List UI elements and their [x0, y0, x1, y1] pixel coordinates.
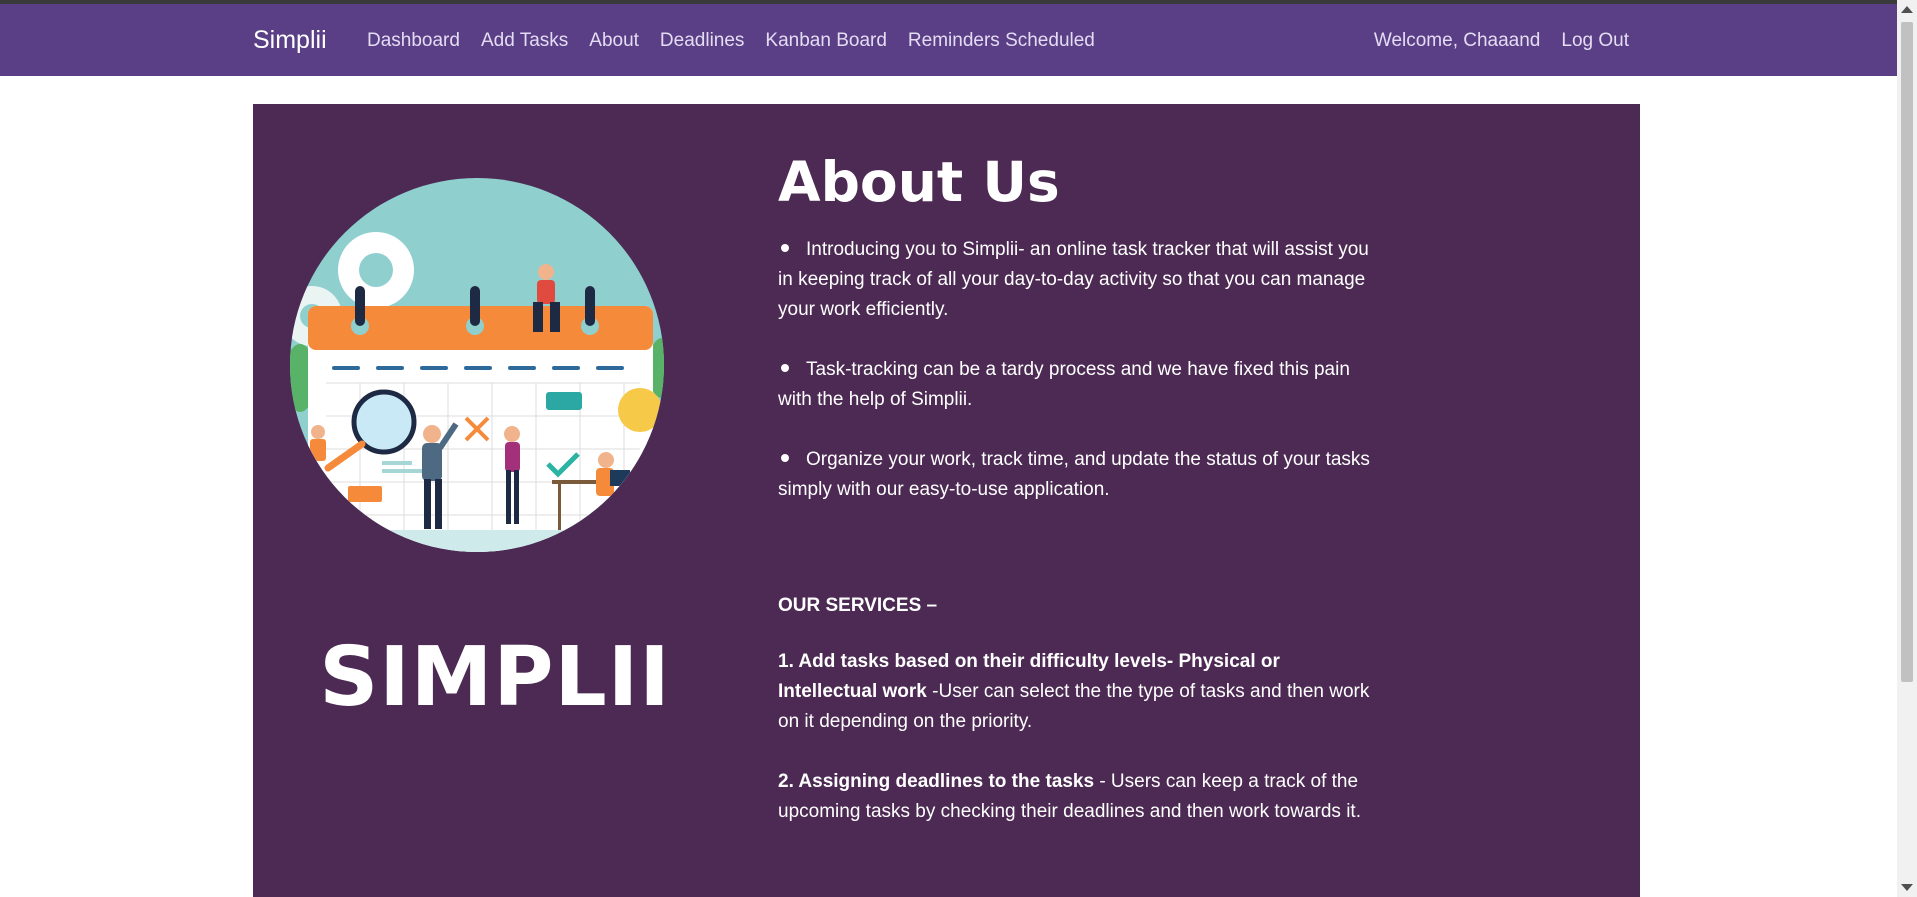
about-hero: SIMPLII About Us Introducing you to Simp…: [253, 104, 1640, 897]
simplii-wordmark: SIMPLII: [319, 630, 671, 725]
nav-link-reminders-scheduled[interactable]: Reminders Scheduled: [908, 30, 1095, 52]
bullet-icon: [781, 243, 789, 252]
list-item: Task-tracking can be a tardy process and…: [778, 355, 1378, 415]
nav-link-about[interactable]: About: [589, 30, 639, 52]
nav-link-dashboard[interactable]: Dashboard: [367, 30, 460, 52]
page-title: About Us: [778, 150, 1060, 214]
services-heading: OUR SERVICES –: [778, 594, 938, 616]
service-item: 1. Add tasks based on their difficulty l…: [778, 647, 1378, 737]
scroll-down-arrow-icon[interactable]: [1901, 884, 1913, 891]
bullet-text: Organize your work, track time, and upda…: [778, 448, 1370, 500]
bullet-text: Task-tracking can be a tardy process and…: [778, 358, 1350, 410]
nav-link-add-tasks[interactable]: Add Tasks: [481, 30, 568, 52]
scroll-up-arrow-icon[interactable]: [1901, 6, 1913, 13]
about-bullets: Introducing you to Simplii- an online ta…: [778, 235, 1378, 505]
list-item: Introducing you to Simplii- an online ta…: [778, 235, 1378, 325]
navbar: Simplii Dashboard Add Tasks About Deadli…: [0, 4, 1897, 76]
bullet-text: Introducing you to Simplii- an online ta…: [778, 238, 1369, 320]
about-content: About Us Introducing you to Simplii- an …: [778, 152, 1378, 857]
scroll-thumb[interactable]: [1901, 22, 1913, 682]
list-item: Organize your work, track time, and upda…: [778, 445, 1378, 505]
bullet-icon: [781, 453, 789, 462]
task-calendar-illustration: [290, 178, 664, 552]
bullet-icon: [781, 363, 789, 372]
service-item: 2. Assigning deadlines to the tasks - Us…: [778, 767, 1378, 827]
nav-link-kanban-board[interactable]: Kanban Board: [765, 30, 887, 52]
page-scrollbar[interactable]: [1897, 0, 1917, 897]
logout-link[interactable]: Log Out: [1561, 30, 1629, 52]
nav-link-deadlines[interactable]: Deadlines: [660, 30, 745, 52]
welcome-text: Welcome, Chaaand: [1373, 30, 1541, 51]
nav-user-area: Welcome, Chaaand Log Out: [1374, 30, 1629, 52]
brand-link[interactable]: Simplii: [253, 26, 327, 55]
nav-links: Dashboard Add Tasks About Deadlines Kanb…: [367, 30, 1095, 52]
service-title: 2. Assigning deadlines to the tasks: [778, 770, 1095, 792]
